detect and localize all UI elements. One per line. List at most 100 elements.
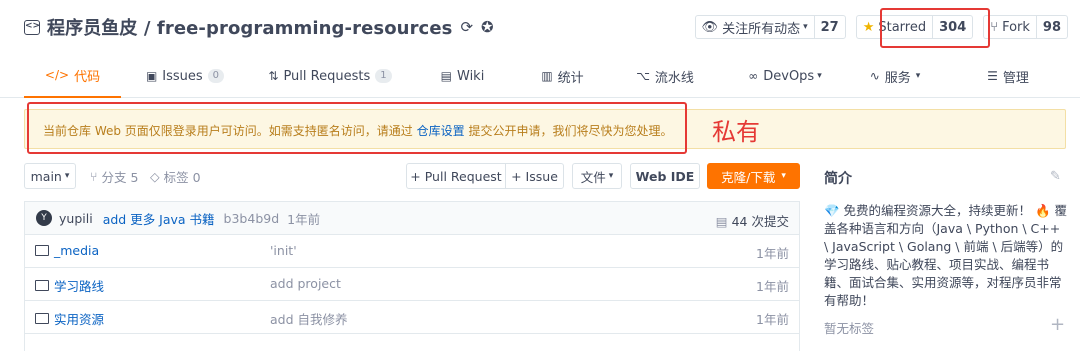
add-tag-icon[interactable]: +: [1050, 314, 1065, 335]
folder-icon: [35, 313, 49, 324]
latest-commit-row: Y yupili add 更多 Java 书籍 b3b4b9d 1年前 ▤ 44 …: [25, 202, 799, 235]
watch-button[interactable]: 👁 关注所有动态 ▾ 27: [694, 15, 846, 39]
manage-icon: ☰: [987, 69, 998, 83]
files-dropdown[interactable]: 文件 ▾: [572, 163, 622, 189]
tags-link[interactable]: ◇ 标签 0: [150, 163, 201, 189]
service-icon: ∿: [869, 69, 880, 83]
file-commit-message[interactable]: 'init': [270, 243, 297, 258]
repo-tabs: </> 代码 ▣ Issues 0 ⇅ Pull Requests 1 ▤ Wiki ▥ 统计…: [0, 54, 1080, 98]
no-tags-label: 暂无标签: [824, 321, 875, 336]
branch-icon: ⑂: [90, 168, 98, 184]
commit-hash[interactable]: b3b4b9d: [224, 211, 280, 226]
file-time: 1年前: [756, 246, 789, 261]
file-name[interactable]: 实用资源: [54, 309, 104, 328]
avatar[interactable]: Y: [36, 210, 52, 226]
devops-icon: ∞: [748, 69, 759, 83]
pipeline-icon: ⌥: [636, 69, 650, 83]
repo-toolbar: main ▾ ⑂ 分支 5 ◇ 标签 0 + Pull Request + Issue…: [24, 163, 800, 189]
watch-count[interactable]: 27: [813, 16, 845, 38]
sidebar-title: 简介: [824, 171, 852, 187]
tab-issues[interactable]: ▣ Issues 0: [140, 54, 230, 98]
commit-time: 1年前: [287, 211, 321, 227]
star-highlight-box: [880, 8, 990, 48]
watch-label: 关注所有动态: [722, 21, 801, 37]
stats-icon: ▥: [541, 69, 553, 83]
chevron-down-icon: ▾: [781, 171, 786, 181]
star-icon: ★: [862, 19, 875, 35]
code-icon: </>: [44, 68, 70, 82]
tab-pull-requests[interactable]: ⇅ Pull Requests 1: [260, 54, 400, 98]
issues-count-badge: 0: [207, 69, 225, 83]
new-pull-request-button[interactable]: + Pull Request: [406, 163, 506, 189]
repo-title-row: <> 程序员鱼皮 / free-programming-resources ⟳ …: [24, 14, 494, 40]
table-row[interactable]: 学习路线 add project 1年前: [25, 268, 799, 301]
tag-icon: ◇: [150, 168, 160, 184]
tab-stats[interactable]: ▥ 统计: [525, 54, 600, 98]
folder-icon: [35, 280, 49, 291]
fork-button[interactable]: ⑂ Fork 98: [983, 15, 1068, 39]
tab-service[interactable]: ∿ 服务 ▾: [845, 54, 945, 98]
new-issue-button[interactable]: + Issue: [505, 163, 564, 189]
file-time: 1年前: [756, 312, 789, 327]
chevron-down-icon: ▾: [915, 71, 921, 81]
repo-title[interactable]: 程序员鱼皮 / free-programming-resources: [47, 14, 452, 40]
badge-icon[interactable]: ✪: [481, 18, 494, 36]
repo-code-icon: <>: [24, 19, 40, 35]
pull-request-icon: ⇅: [268, 69, 279, 83]
table-row[interactable]: 实用资源 add 自我修养 1年前: [25, 301, 799, 334]
notice-highlight-box: [27, 102, 687, 154]
fork-count[interactable]: 98: [1035, 16, 1067, 38]
edit-icon[interactable]: ✎: [1050, 169, 1061, 184]
tags-label: 标签 0: [163, 169, 201, 185]
pr-count-badge: 1: [375, 69, 392, 83]
tab-label: 代码: [74, 69, 101, 85]
tab-label: Issues: [162, 68, 203, 84]
fork-icon: ⑂: [990, 19, 999, 35]
commit-count-link[interactable]: ▤ 44 次提交: [716, 211, 789, 230]
branch-label: main: [30, 168, 62, 184]
web-ide-button[interactable]: Web IDE: [630, 163, 700, 189]
chevron-down-icon: ▾: [608, 171, 614, 181]
fork-label: Fork: [1002, 19, 1030, 35]
history-icon: ▤: [715, 214, 728, 229]
tab-pipeline[interactable]: ⌥ 流水线: [620, 54, 710, 98]
tab-code[interactable]: </> 代码: [24, 54, 121, 98]
tab-devops[interactable]: ∞ DevOps ▾: [735, 54, 835, 98]
eye-icon: 👁: [701, 19, 719, 35]
tab-label: 服务: [884, 70, 911, 86]
file-commit-message[interactable]: add 自我修养: [270, 309, 348, 328]
files-label: 文件: [580, 169, 606, 185]
commit-count-label: 44 次提交: [731, 214, 789, 229]
file-name[interactable]: _media: [54, 243, 99, 258]
repo-header: <> 程序员鱼皮 / free-programming-resources ⟳ …: [0, 0, 1080, 98]
tab-label: 统计: [557, 70, 584, 86]
clone-download-button[interactable]: 克隆/下载 ▾: [707, 163, 800, 189]
tab-manage[interactable]: ☰ 管理: [968, 54, 1048, 98]
repo-description: 💎 免费的编程资源大全，持续更新！ 🔥 覆盖各种语言和方向（Java \ Pyt…: [824, 203, 1068, 308]
commit-message[interactable]: add 更多 Java 书籍: [103, 209, 215, 228]
branches-label: 分支 5: [101, 169, 139, 185]
chevron-down-icon: ▾: [64, 171, 70, 181]
table-row[interactable]: _media 'init' 1年前: [25, 235, 799, 268]
branch-select[interactable]: main ▾: [24, 163, 76, 189]
folder-icon: [35, 245, 49, 256]
tab-label: Pull Requests: [283, 68, 371, 84]
tab-label: DevOps: [763, 68, 815, 84]
chevron-down-icon: ▾: [803, 22, 808, 32]
tab-label: 管理: [1002, 70, 1029, 86]
commit-author[interactable]: yupili: [59, 211, 93, 226]
file-name[interactable]: 学习路线: [54, 276, 104, 295]
clone-label: 克隆/下载: [721, 169, 776, 185]
issues-icon: ▣: [145, 69, 158, 83]
private-annotation: 私有: [712, 118, 760, 146]
tab-label: 流水线: [654, 70, 694, 86]
file-commit-message[interactable]: add project: [270, 276, 341, 291]
branches-link[interactable]: ⑂ 分支 5: [90, 163, 138, 189]
sync-icon[interactable]: ⟳: [460, 18, 473, 36]
chevron-down-icon: ▾: [817, 71, 822, 81]
file-time: 1年前: [756, 279, 789, 294]
file-table: Y yupili add 更多 Java 书籍 b3b4b9d 1年前 ▤ 44 …: [24, 201, 800, 351]
wiki-icon: ▤: [440, 69, 452, 83]
tab-wiki[interactable]: ▤ Wiki: [425, 54, 500, 98]
tab-label: Wiki: [457, 68, 485, 84]
